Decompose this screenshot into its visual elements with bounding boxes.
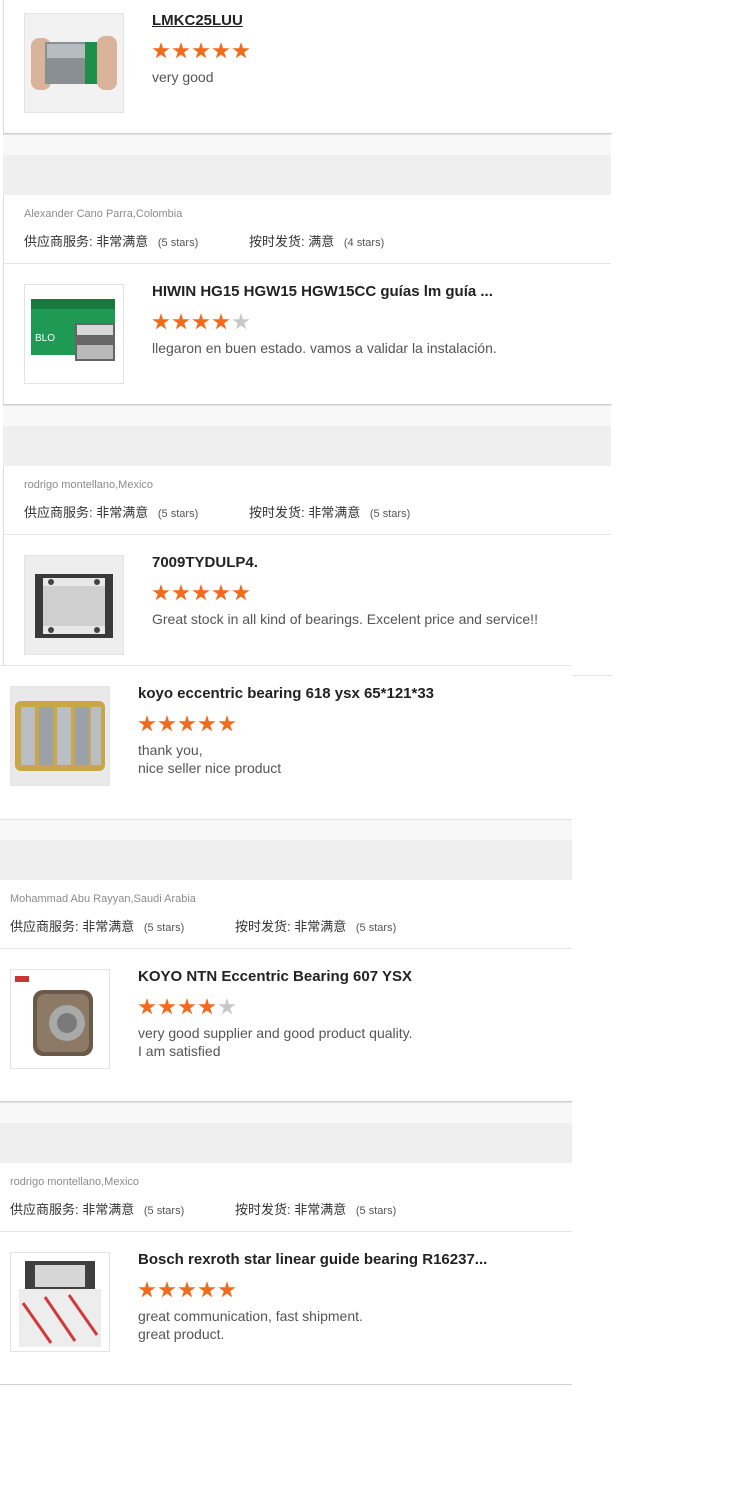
star-filled-icon bbox=[178, 1281, 196, 1298]
product-title[interactable]: HIWIN HG15 HGW15 HGW15CC guías lm guía .… bbox=[152, 283, 493, 300]
star-filled-icon bbox=[232, 42, 250, 59]
star-filled-icon bbox=[158, 1281, 176, 1298]
star-filled-icon bbox=[158, 998, 176, 1015]
delivery-rating: 按时发货: 非常满意 (5 stars) bbox=[235, 919, 397, 934]
product-image-koyo-618[interactable] bbox=[10, 686, 110, 786]
product-image-7009tydulp4[interactable] bbox=[24, 555, 124, 655]
star-rating bbox=[152, 42, 252, 62]
section-gap bbox=[3, 134, 611, 155]
star-filled-icon bbox=[192, 42, 210, 59]
star-rating bbox=[152, 584, 252, 604]
review-comment: great communication, fast shipment. grea… bbox=[138, 1308, 363, 1342]
star-filled-icon bbox=[218, 1281, 236, 1298]
review-comment: Great stock in all kind of bearings. Exc… bbox=[152, 611, 538, 627]
reviewer-name: Alexander Cano Parra,Colombia bbox=[24, 208, 183, 220]
reviewer-name: rodrigo montellano,Mexico bbox=[24, 479, 154, 491]
star-filled-icon bbox=[178, 998, 196, 1015]
star-filled-icon bbox=[192, 584, 210, 601]
star-filled-icon bbox=[232, 584, 250, 601]
service-rating: 供应商服务: 非常满意 (5 stars) bbox=[10, 1202, 185, 1217]
star-filled-icon bbox=[212, 313, 230, 330]
review-header-band bbox=[0, 840, 572, 880]
product-title[interactable]: koyo eccentric bearing 618 ysx 65*121*33 bbox=[138, 685, 434, 702]
review-header-band bbox=[0, 1123, 572, 1163]
divider bbox=[0, 948, 572, 949]
service-rating: 供应商服务: 非常满意 (5 stars) bbox=[24, 505, 199, 520]
star-filled-icon bbox=[178, 715, 196, 732]
star-empty-icon bbox=[218, 998, 236, 1015]
delivery-rating: 按时发货: 满意 (4 stars) bbox=[249, 234, 385, 249]
section-gap bbox=[0, 819, 572, 840]
star-filled-icon bbox=[152, 42, 170, 59]
divider bbox=[572, 675, 611, 676]
star-filled-icon bbox=[218, 715, 236, 732]
star-filled-icon bbox=[198, 998, 216, 1015]
star-empty-icon bbox=[232, 313, 250, 330]
reviewer-name: rodrigo montellano,Mexico bbox=[10, 1176, 140, 1188]
product-title[interactable]: Bosch rexroth star linear guide bearing … bbox=[138, 1251, 487, 1268]
star-filled-icon bbox=[138, 715, 156, 732]
star-filled-icon bbox=[212, 42, 230, 59]
star-filled-icon bbox=[212, 584, 230, 601]
divider bbox=[0, 1231, 572, 1232]
star-filled-icon bbox=[172, 42, 190, 59]
review-comment: very good supplier and good product qual… bbox=[138, 1025, 413, 1059]
section-gap bbox=[0, 1102, 572, 1123]
review-comment: llegaron en buen estado. vamos a validar… bbox=[152, 340, 497, 356]
star-filled-icon bbox=[172, 313, 190, 330]
star-filled-icon bbox=[192, 313, 210, 330]
star-filled-icon bbox=[138, 1281, 156, 1298]
section-gap bbox=[3, 405, 611, 426]
star-filled-icon bbox=[158, 715, 176, 732]
product-title[interactable]: 7009TYDULP4. bbox=[152, 554, 258, 571]
star-filled-icon bbox=[138, 998, 156, 1015]
star-rating bbox=[152, 313, 252, 333]
review-comment: thank you, nice seller nice product bbox=[138, 742, 282, 776]
star-rating bbox=[138, 1281, 238, 1301]
product-title[interactable]: LMKC25LUU bbox=[152, 12, 243, 29]
svg-text:BLO: BLO bbox=[35, 333, 55, 344]
reviewer-name: Mohammad Abu Rayyan,Saudi Arabia bbox=[10, 893, 196, 905]
product-image-bosch-rexroth[interactable] bbox=[10, 1252, 110, 1352]
divider bbox=[4, 534, 611, 535]
star-filled-icon bbox=[152, 584, 170, 601]
divider bbox=[4, 263, 611, 264]
delivery-rating: 按时发货: 非常满意 (5 stars) bbox=[235, 1202, 397, 1217]
product-image-hiwin[interactable]: BLO bbox=[24, 284, 124, 384]
star-rating bbox=[138, 998, 238, 1018]
service-rating: 供应商服务: 非常满意 (5 stars) bbox=[10, 919, 185, 934]
star-rating bbox=[138, 715, 238, 735]
review-header-band bbox=[3, 426, 611, 466]
product-image-lmkc25luu[interactable] bbox=[24, 13, 124, 113]
star-filled-icon bbox=[152, 313, 170, 330]
star-filled-icon bbox=[198, 715, 216, 732]
star-filled-icon bbox=[198, 1281, 216, 1298]
delivery-rating: 按时发货: 非常满意 (5 stars) bbox=[249, 505, 411, 520]
review-header-band bbox=[3, 155, 611, 195]
product-title[interactable]: KOYO NTN Eccentric Bearing 607 YSX bbox=[138, 968, 412, 985]
review-comment: very good bbox=[152, 69, 214, 85]
star-filled-icon bbox=[172, 584, 190, 601]
service-rating: 供应商服务: 非常满意 (5 stars) bbox=[24, 234, 199, 249]
product-image-koyo-607[interactable] bbox=[10, 969, 110, 1069]
